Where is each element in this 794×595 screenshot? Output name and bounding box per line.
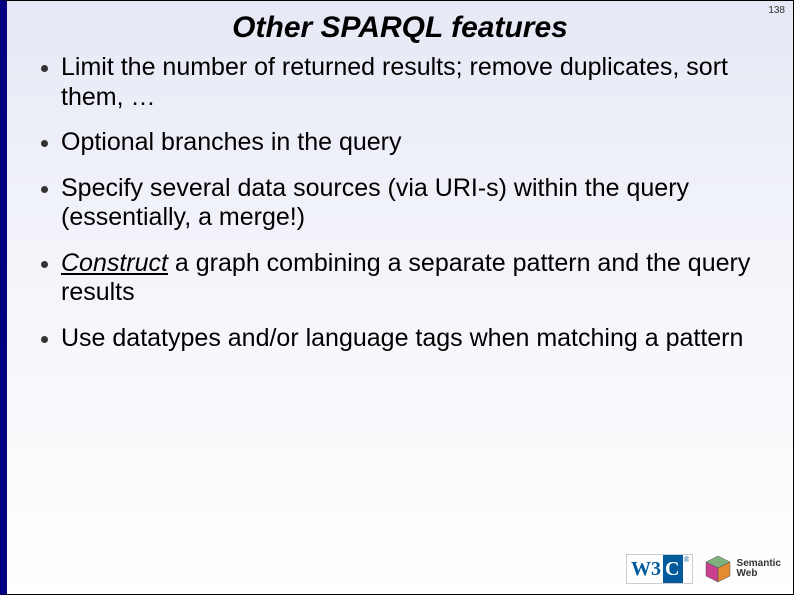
w3c-registered: ® — [683, 555, 691, 564]
page-number: 138 — [768, 5, 785, 16]
w3c-w3-text: W3 — [627, 555, 663, 583]
footer-logos: W3C® Semantic Web — [626, 554, 781, 584]
bullet-text: Limit the number of returned results; re… — [61, 53, 728, 111]
slide-title: Other SPARQL features — [7, 1, 793, 53]
bullet-text: Use datatypes and/or language tags when … — [61, 324, 743, 352]
bullet-text: Specify several data sources (via URI-s)… — [61, 174, 689, 232]
w3c-c-text: C — [663, 555, 683, 583]
w3c-logo-icon: W3C® — [626, 554, 693, 584]
cube-icon — [703, 554, 733, 584]
semantic-web-text: Semantic Web — [737, 559, 781, 580]
bullet-text: Optional branches in the query — [61, 128, 402, 156]
bullet-emph: Construct — [61, 249, 168, 277]
bullet-list: Limit the number of returned results; re… — [7, 53, 793, 353]
bullet-item: Specify several data sources (via URI-s)… — [35, 174, 773, 233]
bullet-item: Limit the number of returned results; re… — [35, 53, 773, 112]
sw-line1: Semantic — [737, 558, 781, 569]
sw-line2: Web — [737, 568, 758, 579]
bullet-item: Construct a graph combining a separate p… — [35, 249, 773, 308]
bullet-item: Use datatypes and/or language tags when … — [35, 324, 773, 354]
bullet-item: Optional branches in the query — [35, 128, 773, 158]
slide: 138 Other SPARQL features Limit the numb… — [0, 0, 794, 595]
semantic-web-logo-icon: Semantic Web — [703, 554, 781, 584]
